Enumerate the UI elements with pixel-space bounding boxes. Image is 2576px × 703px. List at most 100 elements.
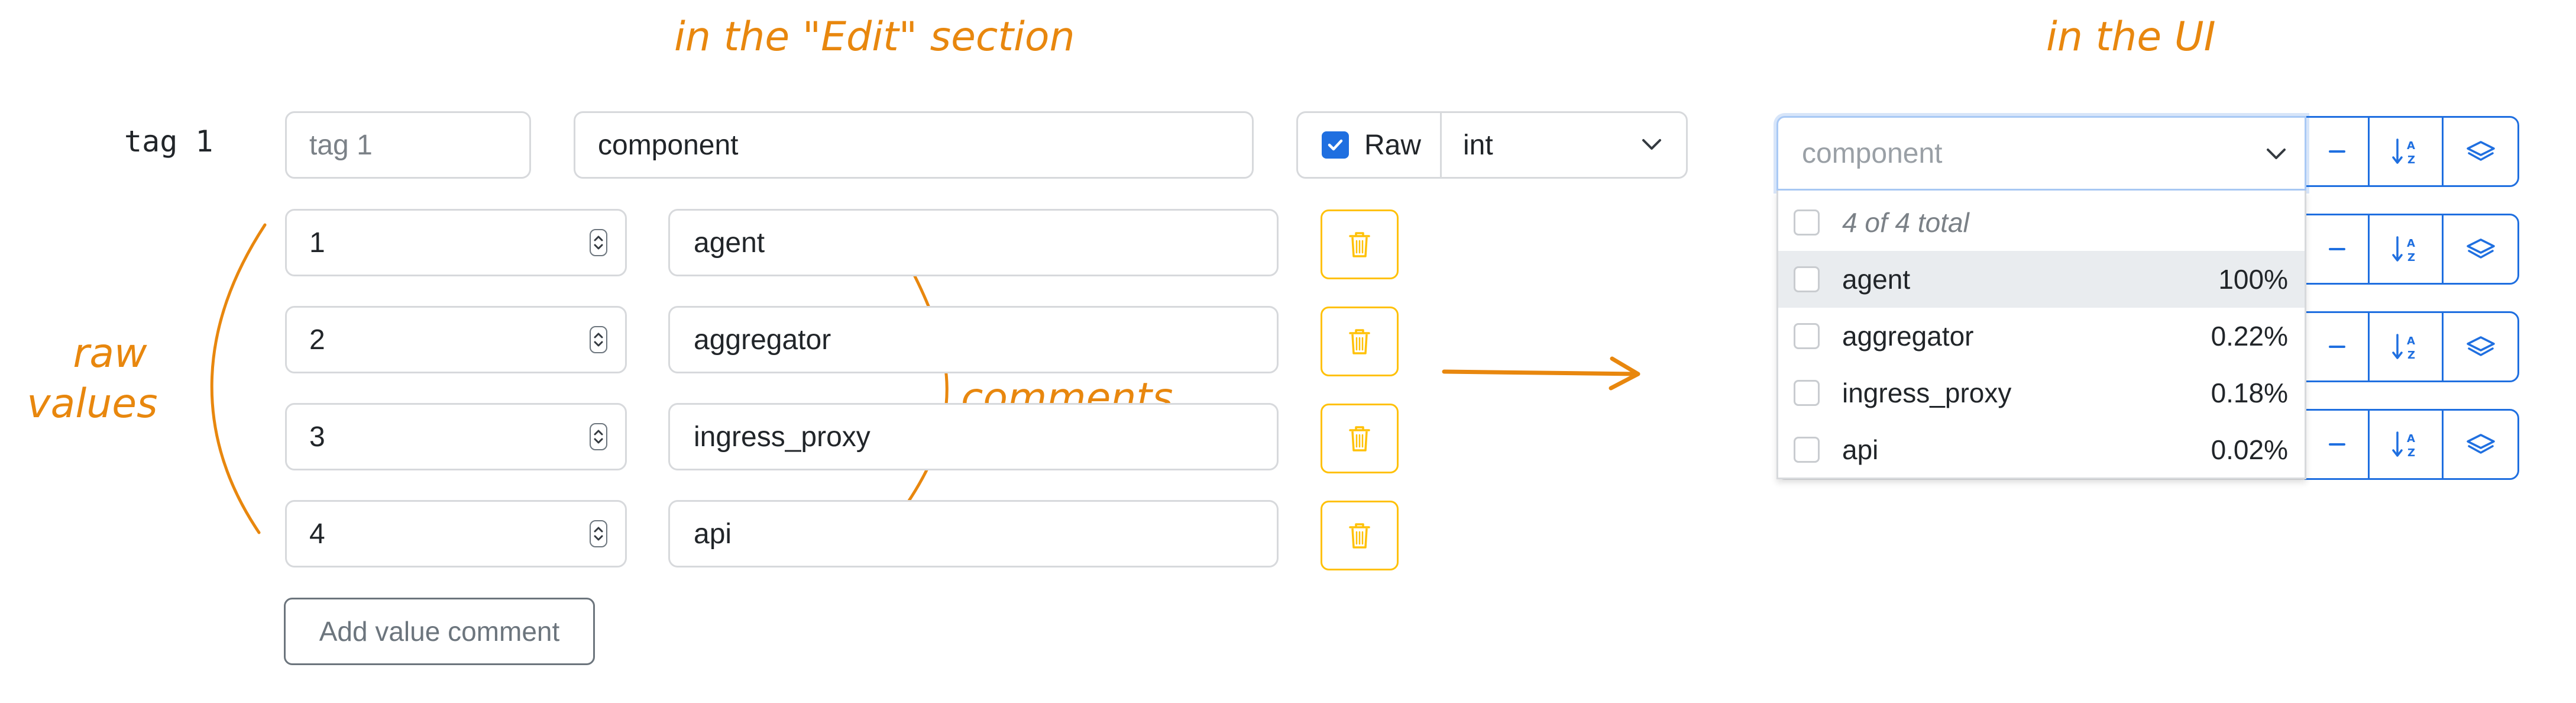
sort-az-icon: A Z [2392, 334, 2415, 362]
group-button[interactable] [2442, 311, 2519, 382]
raw-checkbox-wrapper[interactable]: Raw [1298, 113, 1442, 177]
raw-value-input[interactable]: 1 [285, 209, 627, 276]
tag-name-input[interactable]: tag 1 [285, 111, 531, 179]
value-comment: aggregator [694, 324, 831, 356]
trash-icon [1349, 329, 1370, 354]
group-button[interactable] [2442, 409, 2519, 480]
option-percentage: 100% [2218, 264, 2288, 295]
dropdown-total-row[interactable]: 4 of 4 total [1778, 194, 2305, 251]
ui-select-placeholder: component [1802, 137, 1943, 169]
delete-row-button[interactable] [1321, 209, 1399, 279]
value-comment-input[interactable]: api [668, 500, 1279, 567]
delete-row-button[interactable] [1321, 307, 1399, 376]
spinner-arrows-icon[interactable] [590, 423, 607, 450]
type-select-value: int [1463, 129, 1493, 161]
dropdown-option[interactable]: aggregator 0.22% [1778, 308, 2305, 365]
option-label: aggregator [1842, 321, 1974, 352]
sort-button[interactable]: A Z [2368, 311, 2444, 382]
select-all-checkbox[interactable] [1794, 209, 1820, 236]
value-comment: agent [694, 227, 765, 259]
ui-dropdown-menu: 4 of 4 total agent 100% aggregator 0.22%… [1776, 191, 2306, 479]
value-comment: api [694, 518, 732, 550]
type-select[interactable]: int [1442, 113, 1686, 177]
layers-icon [2466, 141, 2495, 161]
sort-az-icon: A Z [2392, 431, 2415, 459]
ui-annotation: in the UI [2046, 14, 2216, 60]
dropdown-option[interactable]: agent 100% [1778, 251, 2305, 308]
raw-value: 4 [309, 518, 325, 550]
option-checkbox[interactable] [1794, 437, 1820, 463]
remove-filter-button[interactable] [2305, 409, 2370, 480]
layers-icon [2466, 238, 2495, 259]
minus-icon [2329, 150, 2345, 153]
option-checkbox[interactable] [1794, 266, 1820, 292]
delete-row-button[interactable] [1321, 501, 1399, 570]
raw-value: 1 [309, 227, 325, 259]
svg-text:A: A [2407, 237, 2415, 250]
layers-icon [2466, 336, 2495, 356]
chevron-down-icon [2267, 149, 2286, 159]
option-percentage: 0.22% [2211, 321, 2288, 352]
remove-filter-button[interactable] [2305, 214, 2370, 285]
sort-button[interactable]: A Z [2368, 409, 2444, 480]
svg-text:A: A [2407, 433, 2415, 445]
value-comment-input[interactable]: aggregator [668, 306, 1279, 373]
trash-icon [1349, 523, 1370, 549]
minus-icon [2329, 443, 2345, 446]
tag-name-placeholder: tag 1 [309, 129, 373, 161]
dropdown-option[interactable]: ingress_proxy 0.18% [1778, 365, 2305, 421]
raw-type-group: Raw int [1296, 111, 1688, 179]
svg-text:Z: Z [2407, 154, 2415, 166]
raw-checkbox-label: Raw [1364, 129, 1422, 161]
option-percentage: 0.02% [2211, 434, 2288, 465]
raw-values-bracket [210, 223, 267, 534]
spinner-arrows-icon[interactable] [590, 520, 607, 547]
svg-text:A: A [2407, 140, 2415, 152]
svg-text:A: A [2407, 335, 2415, 347]
edit-section-annotation: in the "Edit" section [674, 14, 1075, 60]
option-checkbox[interactable] [1794, 380, 1820, 406]
raw-value-input[interactable]: 3 [285, 403, 627, 470]
ui-select-group: A Z A Z A Z A Z component 4 of 4 total a… [1776, 116, 2519, 483]
group-button[interactable] [2442, 116, 2519, 187]
sort-az-icon: A Z [2392, 138, 2415, 166]
dropdown-total-label: 4 of 4 total [1842, 207, 1969, 238]
svg-text:Z: Z [2407, 251, 2415, 264]
trash-icon [1349, 232, 1370, 257]
option-label: agent [1842, 264, 1911, 295]
raw-values-annotation: raw values [27, 328, 181, 429]
svg-text:Z: Z [2407, 349, 2415, 362]
group-button[interactable] [2442, 214, 2519, 285]
sort-az-icon: A Z [2392, 236, 2415, 264]
minus-icon [2329, 248, 2345, 250]
remove-filter-button[interactable] [2305, 311, 2370, 382]
raw-checkbox[interactable] [1322, 131, 1349, 159]
dropdown-option[interactable]: api 0.02% [1778, 421, 2305, 478]
svg-text:Z: Z [2407, 447, 2415, 459]
ui-select[interactable]: component [1776, 116, 2306, 191]
option-percentage: 0.18% [2211, 378, 2288, 408]
trash-icon [1349, 426, 1370, 452]
tag-key-input[interactable]: component [574, 111, 1254, 179]
tag-key-value: component [598, 129, 739, 161]
option-label: api [1842, 434, 1879, 465]
minus-icon [2329, 346, 2345, 348]
raw-value: 2 [309, 324, 325, 356]
remove-filter-button[interactable] [2305, 116, 2370, 187]
layers-icon [2466, 434, 2495, 454]
spinner-arrows-icon[interactable] [590, 326, 607, 353]
value-comment-input[interactable]: ingress_proxy [668, 403, 1279, 470]
option-checkbox[interactable] [1794, 323, 1820, 349]
option-label: ingress_proxy [1842, 378, 2012, 408]
add-value-comment-button[interactable]: Add value comment [284, 598, 595, 665]
value-comment: ingress_proxy [694, 421, 870, 453]
raw-value-input[interactable]: 2 [285, 306, 627, 373]
arrow-right-icon [1442, 356, 1640, 391]
spinner-arrows-icon[interactable] [590, 229, 607, 256]
raw-value-input[interactable]: 4 [285, 500, 627, 567]
sort-button[interactable]: A Z [2368, 214, 2444, 285]
check-icon [1328, 139, 1343, 151]
sort-button[interactable]: A Z [2368, 116, 2444, 187]
value-comment-input[interactable]: agent [668, 209, 1279, 276]
delete-row-button[interactable] [1321, 404, 1399, 473]
